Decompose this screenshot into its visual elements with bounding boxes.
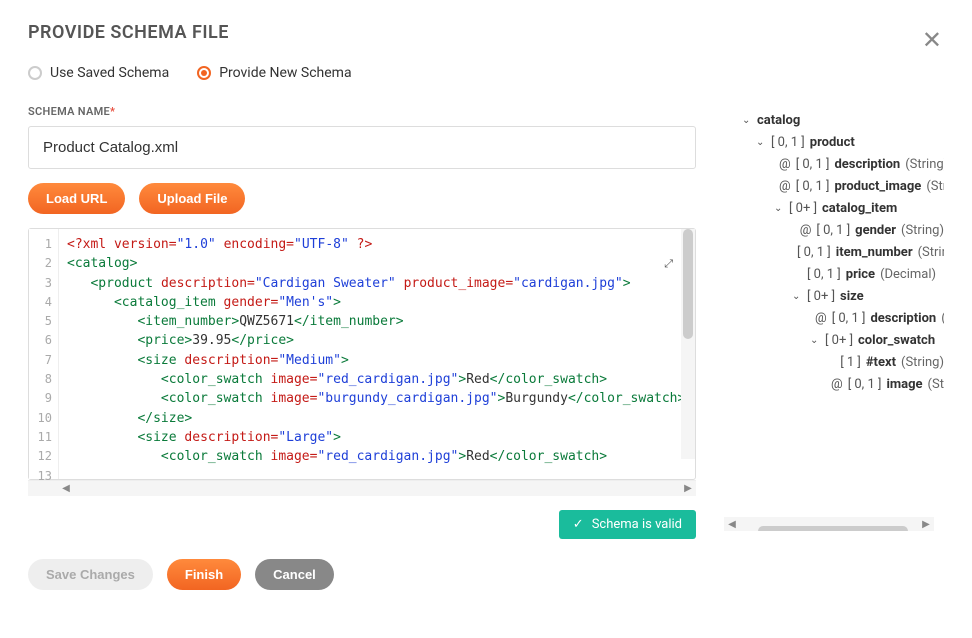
scroll-left-icon[interactable]: ◀ [724, 519, 740, 530]
tree-horizontal-scrollbar[interactable]: ◀ ▶ [724, 517, 934, 531]
radio-label: Use Saved Schema [50, 65, 169, 81]
scrollbar-thumb[interactable] [758, 526, 908, 531]
tree-node-image[interactable]: @[ 0, 1 ] image (String) [714, 373, 944, 395]
tree-node-color_swatch[interactable]: ⌄[ 0+ ] color_swatch [714, 329, 944, 351]
schema-tree[interactable]: ⌄ catalog⌄[ 0, 1 ] product@[ 0, 1 ] desc… [714, 105, 944, 531]
load-url-button[interactable]: Load URL [28, 183, 125, 214]
chevron-down-icon[interactable]: ⌄ [792, 291, 802, 302]
schema-valid-badge: ✓ Schema is valid [559, 510, 696, 539]
check-icon: ✓ [573, 517, 584, 532]
scroll-left-icon[interactable]: ◀ [58, 483, 74, 494]
tree-node-catalog[interactable]: ⌄ catalog [714, 109, 944, 131]
scroll-right-icon[interactable]: ▶ [680, 483, 696, 494]
finish-button[interactable]: Finish [167, 559, 241, 590]
close-icon[interactable]: ✕ [922, 28, 942, 52]
tree-node-product_image[interactable]: @[ 0, 1 ] product_image (String) [714, 175, 944, 197]
radio-dot-icon [197, 66, 211, 80]
chevron-down-icon[interactable]: ⌄ [810, 335, 820, 346]
tree-node-product[interactable]: ⌄[ 0, 1 ] product [714, 131, 944, 153]
scroll-right-icon[interactable]: ▶ [918, 519, 934, 530]
radio-dot-icon [28, 66, 42, 80]
tree-node-size[interactable]: ⌄[ 0+ ] size [714, 285, 944, 307]
radio-use-saved[interactable]: Use Saved Schema [28, 65, 169, 81]
scrollbar-track[interactable] [74, 484, 680, 494]
scrollbar-thumb[interactable] [683, 229, 693, 339]
tree-node-gender[interactable]: @[ 0, 1 ] gender (String) [714, 219, 944, 241]
editor-content[interactable]: <?xml version="1.0" encoding="UTF-8" ?><… [59, 229, 695, 479]
tree-node-description[interactable]: @[ 0, 1 ] description (String) [714, 307, 944, 329]
editor-gutter: 12345678910111213 [29, 229, 59, 479]
tree-node-description[interactable]: @[ 0, 1 ] description (String) [714, 153, 944, 175]
editor-horizontal-scrollbar[interactable]: ◀ ▶ [28, 480, 696, 496]
radio-provide-new[interactable]: Provide New Schema [197, 65, 351, 81]
tree-node-item_number[interactable]: [ 0, 1 ] item_number (String) [714, 241, 944, 263]
schema-name-input[interactable] [28, 126, 696, 169]
save-changes-button: Save Changes [28, 559, 153, 590]
editor-vertical-scrollbar[interactable] [681, 229, 695, 459]
tree-node-text[interactable]: [ 1 ] #text (String) [714, 351, 944, 373]
cancel-button[interactable]: Cancel [255, 559, 334, 590]
tree-node-price[interactable]: [ 0, 1 ] price (Decimal) [714, 263, 944, 285]
tree-node-catalog_item[interactable]: ⌄[ 0+ ] catalog_item [714, 197, 944, 219]
schema-name-label: SCHEMA NAME* [28, 105, 696, 118]
chevron-down-icon[interactable]: ⌄ [742, 115, 752, 126]
dialog-title: PROVIDE SCHEMA FILE [28, 22, 944, 43]
upload-file-button[interactable]: Upload File [139, 183, 245, 214]
radio-label: Provide New Schema [219, 65, 351, 81]
chevron-down-icon[interactable]: ⌄ [756, 137, 766, 148]
chevron-down-icon[interactable]: ⌄ [774, 203, 784, 214]
expand-icon[interactable]: ⤢ [664, 257, 673, 271]
code-editor[interactable]: 12345678910111213 <?xml version="1.0" en… [28, 228, 696, 480]
